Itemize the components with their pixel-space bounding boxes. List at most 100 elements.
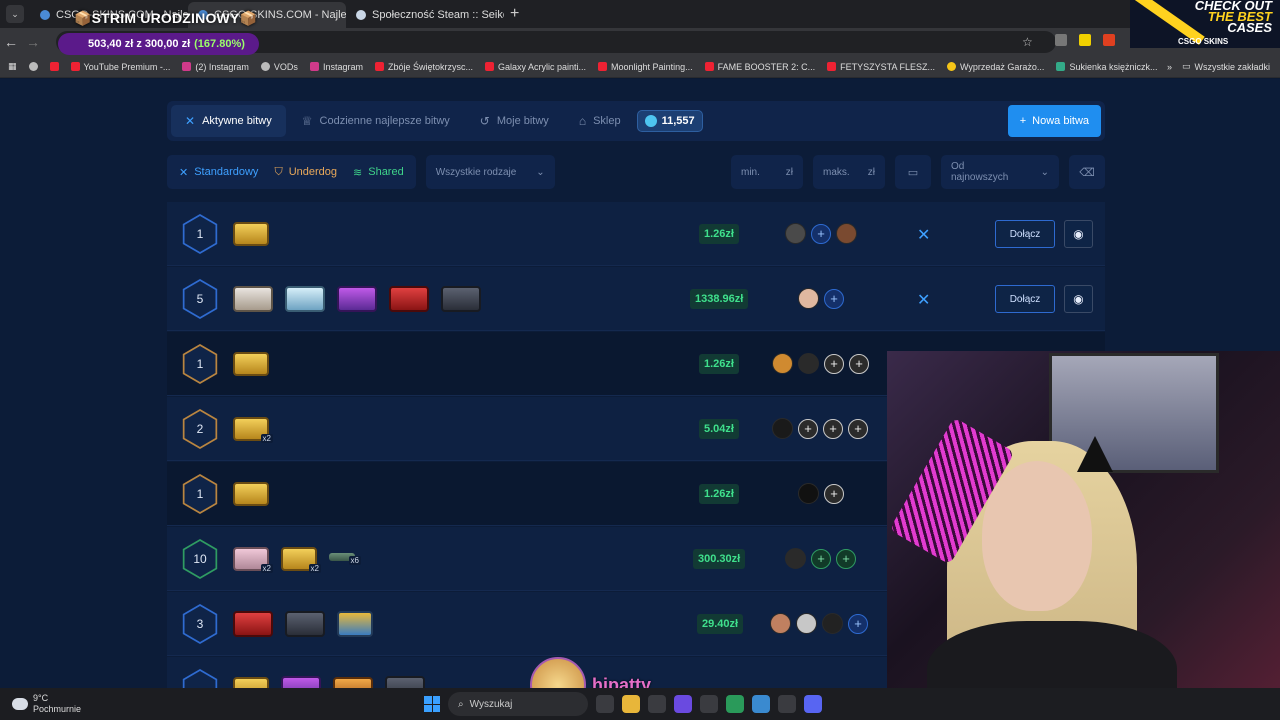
battle-nav-panel: ✕ Aktywne bitwy ♕ Codzienne najlepsze bitw… [167,101,1105,141]
extension-icon[interactable] [1055,34,1067,46]
swords-icon: ✕ [185,114,196,128]
mode-standard-filter[interactable]: ✕ Standardowy [171,155,266,189]
discord-icon[interactable] [804,695,822,713]
bookmark-item[interactable]: Zbóje Świętokrzysc... [369,62,479,72]
join-slot-plus-icon[interactable]: + [849,353,869,374]
join-slot-plus-icon[interactable]: + [811,223,831,244]
case-image [233,611,273,637]
sort-select[interactable]: Od najnowszych ⌄ [941,155,1059,189]
join-slot-plus-icon[interactable]: + [798,418,818,439]
v-icon [1056,62,1066,71]
min-price-input[interactable]: min. zł [731,155,803,189]
view-battle-eye-icon[interactable]: ◉ [1064,285,1093,313]
tab-my-battles[interactable]: ↺ Moje bitwy [466,105,563,137]
battle-row[interactable]: 1 1.26zł + ✕ Dołącz ◉ [167,202,1105,266]
battle-row[interactable]: 5 1338.96zł + ✕ Dołącz ◉ [167,267,1105,331]
ad-line: CASES [1227,20,1272,35]
filter-toggle-icon[interactable]: ▭ [895,155,931,189]
bookmark-item[interactable]: Galaxy Acrylic painti... [479,62,592,72]
bookmark-item[interactable]: Instagram [304,62,369,72]
more-bookmarks-chevron-icon[interactable]: » [1167,62,1172,72]
view-battle-eye-icon[interactable]: ◉ [1064,220,1093,248]
player-avatar [836,223,857,244]
tab-shop[interactable]: ⌂ Sklep [565,105,635,137]
join-battle-button[interactable]: Dołącz [995,285,1055,313]
mode-underdog-filter[interactable]: ⛉ Underdog [266,155,345,189]
instagram-icon [309,62,319,71]
case-image [389,286,429,312]
max-price-input[interactable]: maks. zł [813,155,885,189]
case-image [441,286,481,312]
tab-active-battles[interactable]: ✕ Aktywne bitwy [171,105,286,137]
bookmark-item[interactable]: (2) Instagram [176,62,255,72]
bookmark-item[interactable]: Moonlight Painting... [592,62,699,72]
join-battle-button[interactable]: Dołącz [995,220,1055,248]
join-slot-plus-icon[interactable]: + [811,548,831,569]
rounds-badge: 1 [182,344,218,384]
bookmark-item[interactable]: YouTube Premium -... [65,62,177,72]
browser-tab[interactable]: Społeczność Steam :: Seiko × [346,2,504,28]
case-quantity: x2 [260,564,273,573]
youtube-icon [598,62,608,71]
youtube-icon [485,62,494,71]
chrome-icon[interactable] [726,695,744,713]
bookmark-item[interactable] [44,62,65,71]
player-avatar [770,613,791,634]
bookmark-item[interactable]: FAME BOOSTER 2: C... [699,62,822,72]
bookmark-item[interactable] [23,62,44,71]
join-slot-plus-icon[interactable]: + [824,288,844,309]
apps-grid-icon[interactable]: ▦ [0,61,23,72]
coin-balance[interactable]: 11,557 [636,110,703,132]
app-icon[interactable] [674,695,692,713]
join-slot-plus-icon[interactable]: + [823,418,843,439]
taskbar-apps: ⌕ Wyszukaj [424,692,822,716]
csgo-skins-ad-banner[interactable]: CHECK OUT THE BEST CASES CSGO SKINS [1130,0,1280,48]
webcam-overlay [887,351,1280,720]
steam-icon[interactable] [700,695,718,713]
plus-icon: + [1019,115,1027,127]
donation-goal-overlay: 503,40 zł z 300,00 zł (167.80%) [58,33,259,55]
store-icon[interactable] [648,695,666,713]
shared-icon: ≋ [353,166,363,179]
join-slot-plus-icon[interactable]: + [848,418,868,439]
case-image [337,286,377,312]
file-explorer-icon[interactable] [622,695,640,713]
player-avatar [785,548,806,569]
new-tab-button[interactable]: + [510,5,519,23]
clear-filters-eraser-icon[interactable]: ⌫ [1069,155,1105,189]
app-icon[interactable] [778,695,796,713]
notepad-icon[interactable] [752,695,770,713]
forward-icon[interactable]: → [22,34,44,50]
extension-icon[interactable] [1079,34,1091,46]
windows-start-icon[interactable] [424,696,440,712]
all-bookmarks-folder[interactable]: ▭ Wszystkie zakładki [1182,61,1270,72]
task-view-icon[interactable] [596,695,614,713]
battle-type-select[interactable]: Wszystkie rodzaje ⌄ [425,155,555,189]
stream-title-overlay: 📦STRIM URODZINOWY📦 [74,10,258,26]
join-slot-plus-icon[interactable]: + [848,613,868,634]
weather-widget[interactable]: 9°C Pochmurnie [0,693,81,715]
bookmark-item[interactable]: FETYSZYSTA FLESZ... [821,62,941,72]
bookmark-item[interactable]: Sukienka księżniczk... [1050,62,1163,72]
join-slot-plus-icon[interactable]: + [824,483,844,504]
bookmark-star-icon[interactable]: ☆ [1022,35,1033,49]
tab-search-button[interactable]: ⌄ [6,5,24,23]
taskbar-search[interactable]: ⌕ Wyszukaj [448,692,588,716]
mode-shared-filter[interactable]: ≋ Shared [345,155,412,189]
search-icon: ⌕ [458,698,464,710]
bookmark-item[interactable]: VODs [255,62,304,72]
youtube-icon [70,62,80,71]
rounds-badge: 3 [182,604,218,644]
player-avatar [798,288,819,309]
new-battle-button[interactable]: + Nowa bitwa [1007,105,1101,137]
basket-icon: ⌂ [578,114,587,128]
join-slot-plus-icon[interactable]: + [824,353,844,374]
back-icon[interactable]: ← [0,34,22,50]
case-image [233,286,273,312]
join-slot-plus-icon[interactable]: + [836,548,856,569]
player-avatar [785,223,806,244]
bookmark-item[interactable]: Wyprzedaż Garażo... [941,62,1050,72]
tab-daily-best-battles[interactable]: ♕ Codzienne najlepsze bitwy [288,105,464,137]
player-avatar [796,613,817,634]
extension-icon[interactable] [1103,34,1115,46]
